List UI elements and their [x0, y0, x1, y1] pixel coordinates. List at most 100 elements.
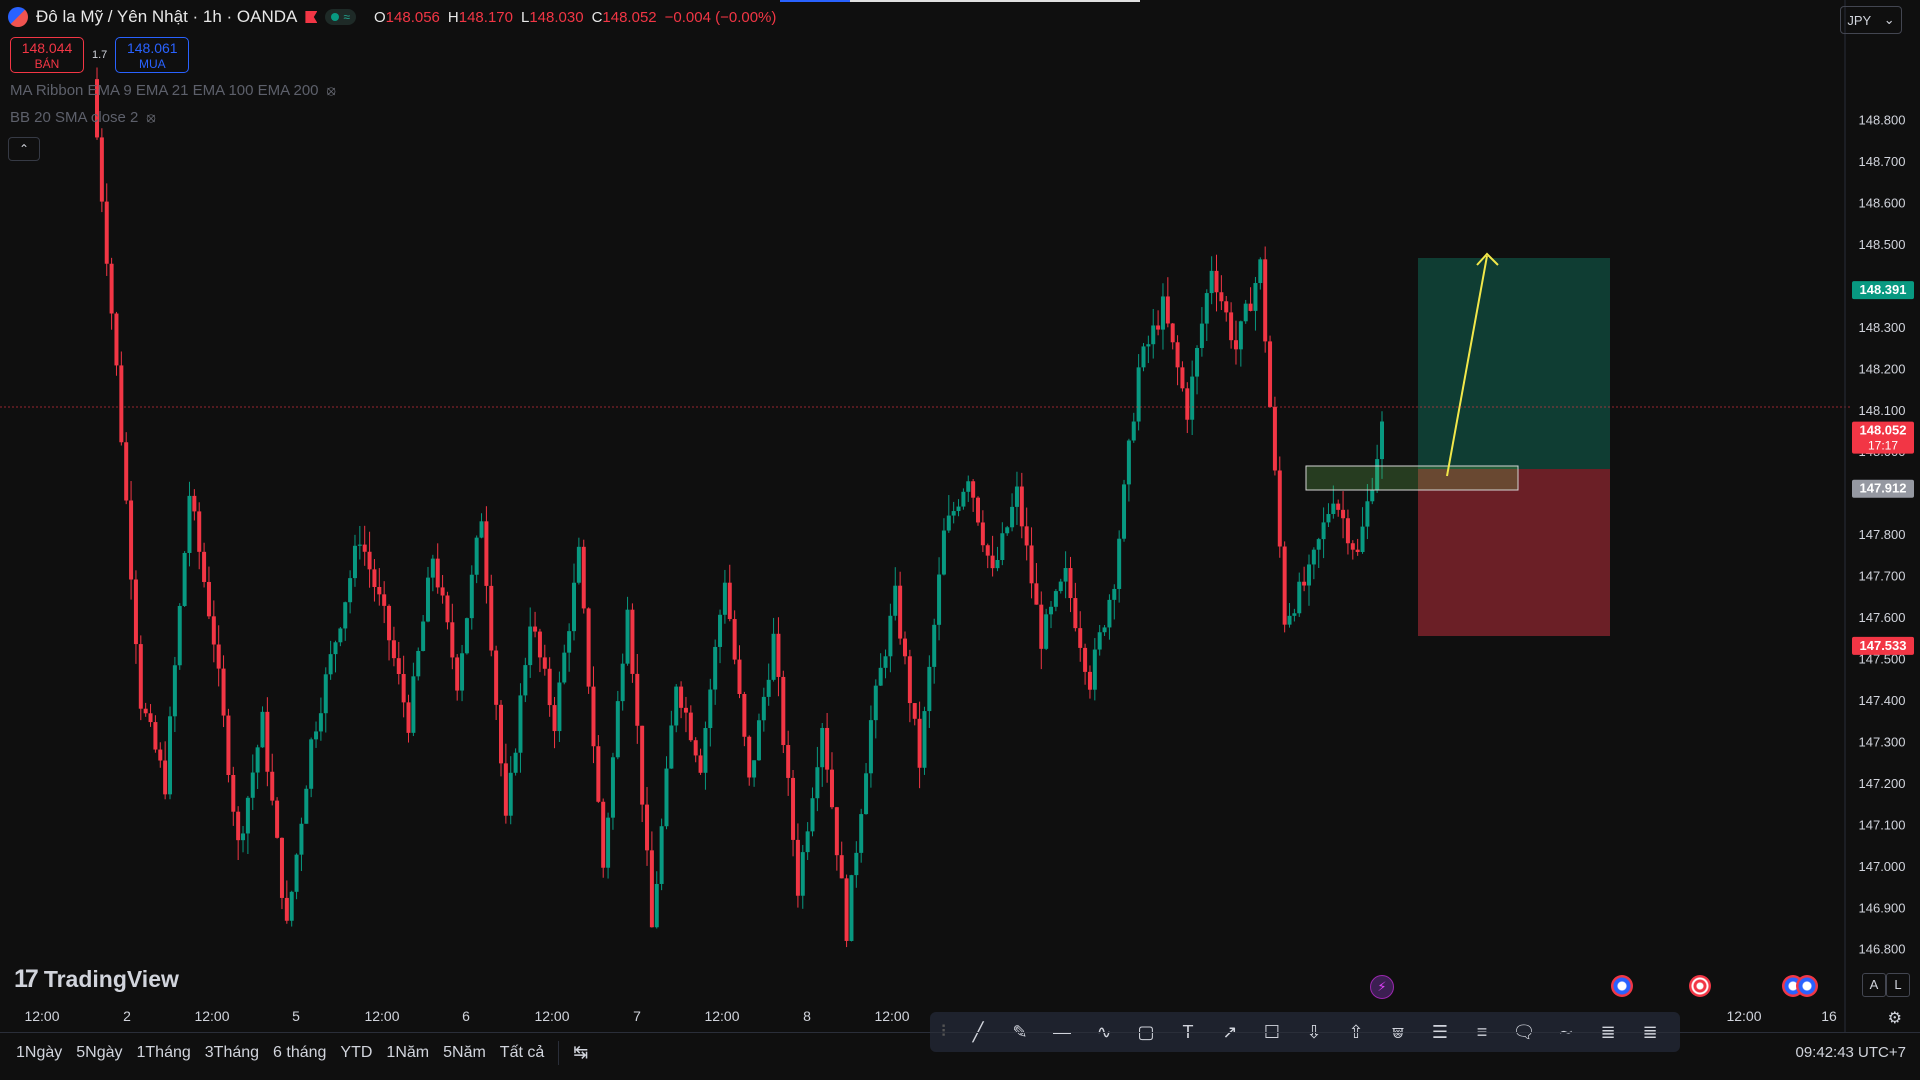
candle-body[interactable]	[683, 707, 688, 713]
candle-body[interactable]	[766, 679, 771, 697]
candle-body[interactable]	[1010, 506, 1015, 528]
candle-body[interactable]	[727, 582, 732, 620]
candle-body[interactable]	[1214, 270, 1219, 293]
candle-body[interactable]	[756, 720, 761, 761]
candle-body[interactable]	[664, 768, 669, 827]
candle-body[interactable]	[148, 713, 153, 723]
candle-body[interactable]	[1024, 526, 1029, 546]
candle-body[interactable]	[898, 585, 903, 639]
candle-body[interactable]	[1297, 581, 1302, 614]
candle-body[interactable]	[985, 545, 990, 556]
candle-body[interactable]	[1092, 649, 1097, 690]
candle-body[interactable]	[1083, 647, 1088, 672]
tf-1d[interactable]: 1Ngày	[16, 1044, 62, 1062]
candle-body[interactable]	[513, 752, 518, 773]
candle-body[interactable]	[567, 631, 572, 653]
candle-body[interactable]	[396, 658, 401, 675]
candle-body[interactable]	[1321, 522, 1326, 540]
candle-body[interactable]	[1165, 296, 1170, 324]
candle-body[interactable]	[722, 582, 727, 615]
candle-body[interactable]	[576, 546, 581, 583]
goto-date-icon[interactable]: ↹	[573, 1042, 588, 1063]
candle-body[interactable]	[1316, 539, 1321, 550]
candle-body[interactable]	[873, 685, 878, 721]
candle-body[interactable]	[255, 747, 260, 773]
candle-body[interactable]	[533, 626, 538, 632]
candle-body[interactable]	[927, 666, 932, 712]
tf-6m[interactable]: 6 tháng	[273, 1044, 326, 1062]
candle-body[interactable]	[606, 817, 611, 868]
candle-body[interactable]	[1097, 632, 1102, 650]
candle-body[interactable]	[348, 578, 353, 603]
candle-body[interactable]	[995, 559, 1000, 569]
candle-body[interactable]	[737, 659, 742, 695]
position-loss-zone[interactable]	[1418, 469, 1610, 636]
candle-body[interactable]	[1102, 627, 1107, 633]
candle-body[interactable]	[795, 839, 800, 896]
tf-ytd[interactable]: YTD	[340, 1044, 372, 1062]
candle-body[interactable]	[119, 365, 124, 443]
candle-body[interactable]	[338, 628, 343, 643]
candle-body[interactable]	[241, 833, 246, 841]
candle-body[interactable]	[1156, 325, 1161, 330]
candle-body[interactable]	[357, 544, 362, 546]
candle-body[interactable]	[825, 727, 830, 770]
us-event-icon[interactable]	[1796, 975, 1818, 997]
market-closed-flag-icon[interactable]	[305, 11, 318, 23]
candle-body[interactable]	[1005, 527, 1010, 534]
currency-selector[interactable]: JPY ⌄	[1840, 6, 1902, 34]
indicator-ma-ribbon[interactable]: MA Ribbon EMA 9 EMA 21 EMA 100 EMA 200 ⦻	[10, 82, 336, 99]
candle-body[interactable]	[1370, 490, 1375, 502]
candle-body[interactable]	[1146, 344, 1151, 347]
candle-body[interactable]	[615, 701, 620, 758]
candle-body[interactable]	[1204, 293, 1209, 324]
candle-body[interactable]	[226, 715, 231, 775]
candle-body[interactable]	[416, 650, 421, 677]
candle-body[interactable]	[572, 582, 577, 632]
candle-body[interactable]	[1350, 543, 1355, 550]
candle-body[interactable]	[153, 722, 158, 750]
candle-body[interactable]	[1068, 568, 1073, 599]
candle-body[interactable]	[464, 618, 469, 654]
candle-body[interactable]	[129, 500, 134, 580]
candle-body[interactable]	[401, 674, 406, 703]
candle-body[interactable]	[528, 626, 533, 666]
clock[interactable]: 09:42:43 UTC+7	[1796, 1044, 1907, 1061]
candle-body[interactable]	[912, 703, 917, 719]
candle-body[interactable]	[508, 772, 513, 816]
candle-body[interactable]	[299, 823, 304, 855]
candle-body[interactable]	[902, 638, 907, 657]
candle-body[interactable]	[547, 668, 552, 706]
candle-body[interactable]	[854, 852, 859, 876]
tradingview-logo[interactable]: 17 TradingView	[14, 965, 179, 994]
candle-body[interactable]	[1345, 518, 1350, 544]
candle-body[interactable]	[494, 650, 499, 705]
candle-body[interactable]	[1044, 614, 1049, 649]
candle-body[interactable]	[878, 667, 883, 686]
candle-body[interactable]	[372, 569, 377, 587]
candle-body[interactable]	[450, 622, 455, 658]
eye-off-icon[interactable]: ⦻	[327, 82, 336, 99]
candle-body[interactable]	[596, 746, 601, 802]
candle-body[interactable]	[309, 739, 314, 789]
candle-body[interactable]	[844, 878, 849, 941]
candle-body[interactable]	[557, 682, 562, 732]
candle-body[interactable]	[1170, 323, 1175, 343]
candle-body[interactable]	[868, 720, 873, 774]
candle-body[interactable]	[484, 521, 489, 586]
position-profit-zone[interactable]	[1418, 258, 1610, 469]
candle-body[interactable]	[445, 595, 450, 623]
candle-body[interactable]	[669, 725, 674, 769]
candle-body[interactable]	[216, 644, 221, 669]
candle-body[interactable]	[937, 574, 942, 625]
candle-body[interactable]	[1190, 376, 1195, 420]
candle-body[interactable]	[834, 807, 839, 856]
lightning-icon[interactable]: ⚡	[1370, 975, 1394, 999]
candle-body[interactable]	[1331, 503, 1336, 515]
candle-body[interactable]	[1365, 501, 1370, 527]
candle-body[interactable]	[610, 757, 615, 818]
candle-body[interactable]	[109, 263, 114, 314]
candle-body[interactable]	[1049, 606, 1054, 615]
candle-body[interactable]	[654, 883, 659, 928]
candle-body[interactable]	[966, 481, 971, 492]
